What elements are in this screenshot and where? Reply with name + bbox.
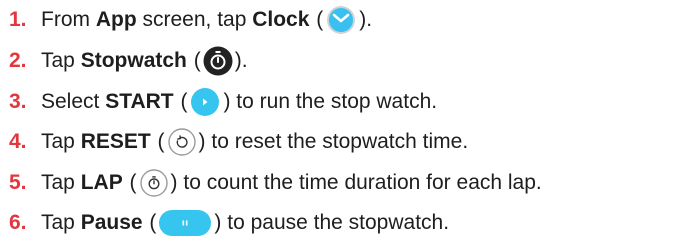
lap-label: LAP <box>80 171 123 194</box>
step-3: 3. Select START () to run the stop watch… <box>9 87 438 117</box>
step-5: 5. Tap LAP () to count the time duration… <box>9 168 543 198</box>
step-4: 4. Tap RESET () to reset the stopwatch t… <box>9 127 469 157</box>
step-number: 4. <box>9 130 27 153</box>
step-text: From App screen, tap Clock (). <box>41 4 373 36</box>
clock-icon <box>324 4 358 36</box>
pause-label: Pause <box>80 211 143 234</box>
stopwatch-icon <box>202 45 234 77</box>
clock-label: Clock <box>252 8 310 31</box>
start-play-icon <box>188 86 222 118</box>
instruction-list: 1. From App screen, tap Clock (). 2. Tap… <box>0 0 675 246</box>
step-text: Tap RESET () to reset the stopwatch time… <box>41 126 469 158</box>
step-text: Tap LAP () to count the time duration fo… <box>41 167 543 199</box>
step-text: Tap Stopwatch (). <box>41 45 249 77</box>
reset-icon <box>166 126 198 158</box>
step-number: 6. <box>9 211 27 234</box>
step-1: 1. From App screen, tap Clock (). <box>9 5 373 35</box>
reset-label: RESET <box>80 130 151 153</box>
step-text: Select START () to run the stop watch. <box>41 86 438 118</box>
pause-icon <box>157 207 213 239</box>
app-label: App <box>95 8 137 31</box>
step-number: 2. <box>9 49 27 72</box>
step-number: 3. <box>9 90 27 113</box>
step-number: 5. <box>9 171 27 194</box>
step-number: 1. <box>9 8 27 31</box>
start-label: START <box>105 90 174 113</box>
stopwatch-label: Stopwatch <box>80 49 187 72</box>
lap-icon <box>138 167 170 199</box>
step-6: 6. Tap Pause () to pause the stopwatch. <box>9 208 450 238</box>
step-2: 2. Tap Stopwatch (). <box>9 46 249 76</box>
step-text: Tap Pause () to pause the stopwatch. <box>41 207 450 239</box>
